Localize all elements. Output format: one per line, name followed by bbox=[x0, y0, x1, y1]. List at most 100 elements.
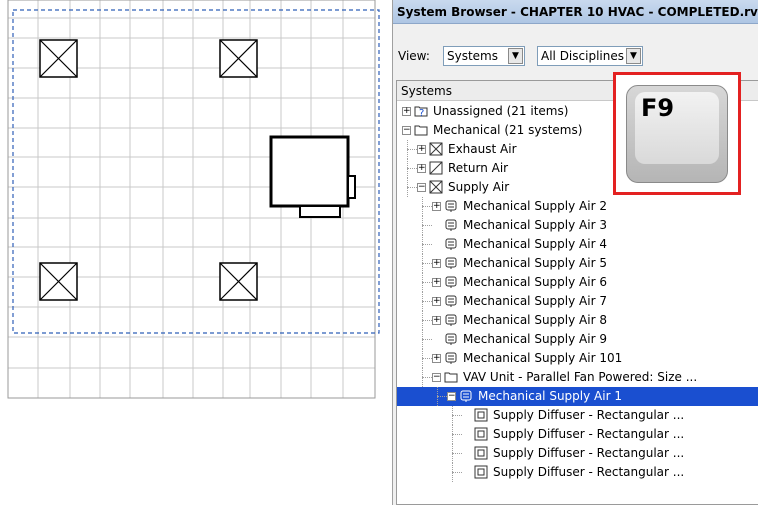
duct-system-icon bbox=[445, 314, 457, 326]
tree-connector bbox=[407, 187, 417, 188]
tree-connector bbox=[452, 444, 453, 463]
tree-row-label: Unassigned (21 items) bbox=[433, 104, 569, 118]
collapse-icon[interactable]: − bbox=[402, 126, 411, 135]
tree-row-label: Supply Diffuser - Rectangular ... bbox=[493, 465, 685, 479]
tree-connector bbox=[422, 311, 423, 330]
tree-row-label: Mechanical (21 systems) bbox=[433, 123, 583, 137]
duct-system-icon bbox=[445, 352, 457, 364]
view-label: View: bbox=[398, 49, 430, 63]
tree-connector bbox=[422, 339, 432, 340]
tree-connector bbox=[407, 140, 408, 159]
system-browser-title: System Browser - CHAPTER 10 HVAC - COMPL… bbox=[393, 0, 758, 24]
tree-row-label: Mechanical Supply Air 7 bbox=[463, 294, 607, 308]
expand-icon[interactable]: + bbox=[432, 259, 441, 268]
expand-icon[interactable]: + bbox=[417, 164, 426, 173]
tree-row-label: Return Air bbox=[448, 161, 509, 175]
tree-connector bbox=[452, 415, 462, 416]
tree-row[interactable]: + Mechanical Supply Air 101 bbox=[397, 349, 758, 368]
tree-connector bbox=[422, 368, 423, 387]
tree-row-label: Mechanical Supply Air 2 bbox=[463, 199, 607, 213]
tree-connector bbox=[407, 149, 417, 150]
folder-icon bbox=[444, 372, 458, 383]
expand-icon[interactable]: + bbox=[402, 107, 411, 116]
tree-connector bbox=[422, 358, 432, 359]
f9-key-label: F9 bbox=[641, 94, 675, 122]
tree-row-label: Supply Air bbox=[448, 180, 510, 194]
tree-connector bbox=[437, 387, 438, 406]
tree-row-label: Mechanical Supply Air 3 bbox=[463, 218, 607, 232]
tree-connector bbox=[452, 434, 462, 435]
tree-row-label: Mechanical Supply Air 1 bbox=[478, 389, 622, 403]
tree-connector bbox=[422, 225, 432, 226]
expand-icon[interactable]: + bbox=[432, 354, 441, 363]
tree-row[interactable]: Mechanical Supply Air 4 bbox=[397, 235, 758, 254]
expand-icon[interactable]: + bbox=[432, 316, 441, 325]
tree-row-label: Supply Diffuser - Rectangular ... bbox=[493, 446, 685, 460]
tree-row[interactable]: + Mechanical Supply Air 6 bbox=[397, 273, 758, 292]
drawing-canvas[interactable] bbox=[0, 0, 392, 505]
tree-connector bbox=[422, 377, 432, 378]
tree-connector bbox=[452, 453, 462, 454]
tree-connector bbox=[422, 320, 432, 321]
tree-connector bbox=[452, 425, 453, 444]
duct-system-icon bbox=[445, 200, 457, 212]
duct-system-icon bbox=[445, 257, 457, 269]
view-dropdown[interactable]: Systems ▼ bbox=[443, 46, 525, 66]
tree-row[interactable]: + Mechanical Supply Air 7 bbox=[397, 292, 758, 311]
chevron-down-icon[interactable]: ▼ bbox=[508, 48, 523, 64]
drawing-view[interactable] bbox=[0, 0, 392, 505]
discipline-dropdown[interactable]: All Disciplines ▼ bbox=[537, 46, 643, 66]
tree-row-label: Supply Diffuser - Rectangular ... bbox=[493, 408, 685, 422]
vav-unit-side bbox=[347, 175, 356, 199]
expand-icon[interactable]: + bbox=[432, 278, 441, 287]
tree-connector bbox=[422, 301, 432, 302]
tree-row[interactable]: + Mechanical Supply Air 2 bbox=[397, 197, 758, 216]
tree-row[interactable]: + Mechanical Supply Air 5 bbox=[397, 254, 758, 273]
duct-system-icon bbox=[445, 276, 457, 288]
duct-system-icon bbox=[445, 295, 457, 307]
vav-unit-body bbox=[269, 135, 350, 208]
tree-row[interactable]: Supply Diffuser - Rectangular ... bbox=[397, 444, 758, 463]
tree-connector bbox=[452, 472, 462, 473]
tree-row[interactable]: Supply Diffuser - Rectangular ... bbox=[397, 406, 758, 425]
tree-connector bbox=[407, 178, 408, 197]
tree-row-label: Mechanical Supply Air 5 bbox=[463, 256, 607, 270]
tree-row[interactable]: − Mechanical Supply Air 1 bbox=[397, 387, 758, 406]
duct-system-icon bbox=[445, 333, 457, 345]
tree-row[interactable]: Supply Diffuser - Rectangular ... bbox=[397, 463, 758, 482]
tree-connector bbox=[422, 235, 423, 254]
chevron-down-icon[interactable]: ▼ bbox=[626, 48, 641, 64]
tree-connector bbox=[422, 292, 423, 311]
tree-row[interactable]: − VAV Unit - Parallel Fan Powered: Size .… bbox=[397, 368, 758, 387]
tree-row-label: Mechanical Supply Air 8 bbox=[463, 313, 607, 327]
duct-system-icon bbox=[460, 390, 472, 402]
collapse-icon[interactable]: − bbox=[432, 373, 441, 382]
expand-icon[interactable]: + bbox=[432, 202, 441, 211]
expand-icon[interactable]: + bbox=[417, 145, 426, 154]
vav-unit-outlet bbox=[299, 205, 341, 218]
tree-row[interactable]: Mechanical Supply Air 3 bbox=[397, 216, 758, 235]
diffuser-icon bbox=[474, 465, 488, 479]
tree-connector bbox=[422, 330, 423, 349]
tree-row[interactable]: Mechanical Supply Air 9 bbox=[397, 330, 758, 349]
tree-row-label: Exhaust Air bbox=[448, 142, 517, 156]
tree-row[interactable]: Supply Diffuser - Rectangular ... bbox=[397, 425, 758, 444]
collapse-icon[interactable]: − bbox=[447, 392, 456, 401]
tree-connector bbox=[422, 216, 423, 235]
shortcut-key-callout: F9 bbox=[613, 72, 741, 195]
tree-row[interactable]: + Mechanical Supply Air 8 bbox=[397, 311, 758, 330]
tree-connector bbox=[422, 206, 432, 207]
tree-connector bbox=[422, 282, 432, 283]
tree-row-label: Mechanical Supply Air 6 bbox=[463, 275, 607, 289]
collapse-icon[interactable]: − bbox=[417, 183, 426, 192]
return-air-icon bbox=[429, 161, 443, 175]
tree-connector bbox=[437, 396, 447, 397]
discipline-dropdown-value: All Disciplines bbox=[541, 49, 624, 63]
tree-row-label: Mechanical Supply Air 9 bbox=[463, 332, 607, 346]
tree-connector bbox=[407, 159, 408, 178]
view-dropdown-value: Systems bbox=[447, 49, 498, 63]
expand-icon[interactable]: + bbox=[432, 297, 441, 306]
supply-air-icon bbox=[429, 180, 443, 194]
tree-connector bbox=[422, 197, 423, 216]
tree-connector bbox=[422, 349, 423, 368]
